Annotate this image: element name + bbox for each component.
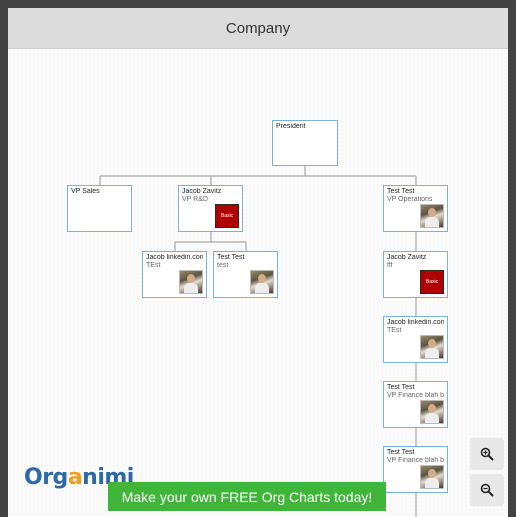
logo-text-mid: a xyxy=(67,465,83,490)
badge-label: Basic xyxy=(425,279,439,285)
node-title: fff xyxy=(387,262,393,269)
badge-label: Basic xyxy=(220,213,234,219)
node-name: Test Test xyxy=(387,188,415,195)
node-name: Test Test xyxy=(217,254,245,261)
node-jacob-zavitz-rd[interactable]: Jacob Zavitz VP R&D Basic xyxy=(178,185,243,232)
zoom-in-button[interactable] xyxy=(470,438,504,470)
node-jacob-linkedin-1[interactable]: Jacob linkedin.con TEst xyxy=(142,251,207,298)
avatar xyxy=(420,204,444,228)
avatar xyxy=(179,270,203,294)
basic-placeholder-icon: Basic xyxy=(420,270,444,294)
node-name: Test Test xyxy=(387,384,415,391)
cta-label: Make your own FREE Org Charts today! xyxy=(121,488,373,505)
zoom-out-button[interactable] xyxy=(470,474,504,506)
node-jacob-linkedin-2[interactable]: Jacob linkedin.con TEst xyxy=(383,316,448,363)
node-test-operations[interactable]: Test Test VP Operations xyxy=(383,185,448,232)
zoom-in-icon xyxy=(480,447,494,461)
node-name: Jacob Zavitz xyxy=(387,254,427,261)
free-org-charts-button[interactable]: Make your own FREE Org Charts today! xyxy=(108,482,386,511)
zoom-out-icon xyxy=(480,483,494,497)
avatar xyxy=(250,270,274,294)
node-title: VP Operations xyxy=(387,196,433,203)
avatar xyxy=(420,335,444,359)
node-president[interactable]: President xyxy=(272,120,338,166)
node-title: TEst xyxy=(387,327,402,334)
avatar xyxy=(420,465,444,489)
node-title: VP R&D xyxy=(182,196,208,203)
org-chart-canvas[interactable]: Company President VP Sales Jacob Zavitz … xyxy=(8,8,508,517)
node-jacob-zavitz-fff[interactable]: Jacob Zavitz fff Basic xyxy=(383,251,448,298)
node-title: VP Finance blah bla xyxy=(387,392,444,399)
node-test-finance-1[interactable]: Test Test VP Finance blah bla xyxy=(383,381,448,428)
node-title: VP Finance blah bla xyxy=(387,457,444,464)
node-vp-sales[interactable]: VP Sales xyxy=(67,185,132,232)
node-name: President xyxy=(276,123,306,130)
node-title: TEst xyxy=(146,262,161,269)
node-name: Jacob linkedin.con xyxy=(146,254,203,261)
node-name: Jacob Zavitz xyxy=(182,188,222,195)
node-name: VP Sales xyxy=(71,188,100,195)
basic-placeholder-icon: Basic xyxy=(215,204,239,228)
node-name: Jacob linkedin.con xyxy=(387,319,444,326)
node-name: Test Test xyxy=(387,449,415,456)
logo-text-left: Org xyxy=(24,465,68,490)
avatar xyxy=(420,400,444,424)
node-test-finance-2[interactable]: Test Test VP Finance blah bla xyxy=(383,446,448,493)
node-test-test[interactable]: Test Test test xyxy=(213,251,278,298)
node-title: test xyxy=(217,262,229,269)
